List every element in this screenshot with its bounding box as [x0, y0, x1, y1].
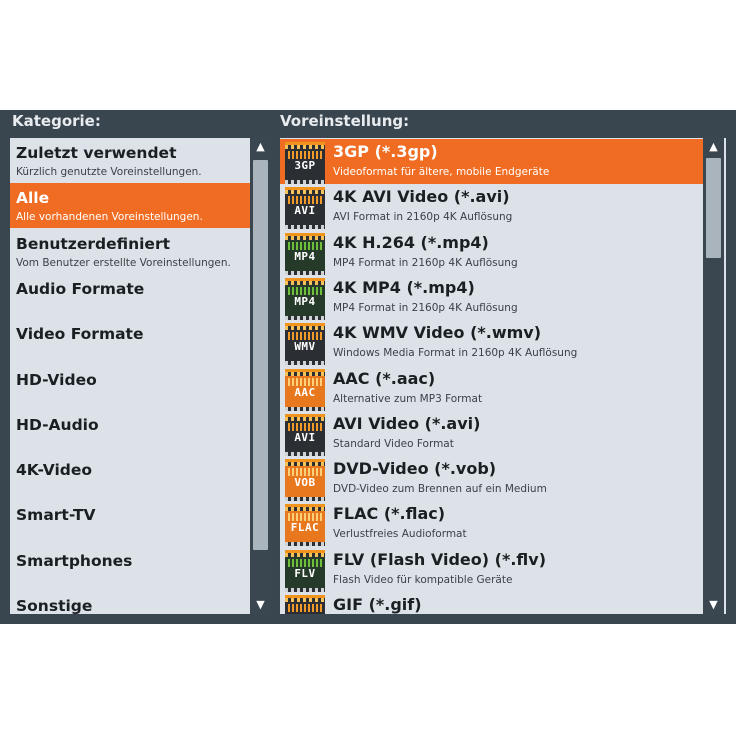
format-icon: MP4 [285, 277, 325, 320]
preset-row[interactable]: AAC AAC (*.aac) Alternative zum MP3 Format [280, 366, 703, 411]
category-title: Benutzerdefiniert [16, 234, 170, 253]
preset-row[interactable]: AVI AVI Video (*.avi) Standard Video Forma… [280, 411, 703, 456]
category-title: Audio Formate [16, 279, 145, 298]
format-icon: AVI [285, 413, 325, 456]
preset-description: AVI Format in 2160p 4K Auflösung [333, 211, 513, 224]
preset-title: AAC (*.aac) [333, 368, 436, 388]
preset-row[interactable]: WMV 4K WMV Video (*.wmv) Windows Media For… [280, 320, 703, 366]
preset-description: MP4 Format in 2160p 4K Auflösung [333, 301, 518, 314]
preset-row[interactable]: VOB DVD-Video (*.vob) DVD-Video zum Brenne… [280, 456, 703, 502]
format-icon-label: FLAC [290, 521, 320, 535]
preset-panel: 3GP 3GP (*.3gp) Videoformat für ältere, mo… [280, 138, 726, 614]
category-title: Alle [16, 189, 50, 208]
format-icon-label: VOB [294, 476, 316, 490]
category-label: Kategorie: [12, 112, 101, 130]
preset-title: 4K MP4 (*.mp4) [333, 277, 475, 297]
category-title: Zuletzt verwendet [16, 144, 177, 162]
preset-dialog: Kategorie: Voreinstellung: Zuletzt verwe… [0, 110, 736, 624]
category-item[interactable]: HD-Video [10, 365, 250, 410]
category-item[interactable]: HD-Audio [10, 410, 250, 455]
preset-scrollbar[interactable]: ▲ ▼ [703, 138, 724, 614]
chevron-down-icon[interactable]: ▼ [703, 596, 724, 614]
preset-title: 4K WMV Video (*.wmv) [333, 323, 542, 343]
preset-title: FLV (Flash Video) (*.flv) [333, 549, 547, 569]
format-icon-label: MP4 [294, 249, 316, 263]
format-icon-label: WMV [294, 340, 316, 354]
category-scrollbar[interactable]: ▲ ▼ [250, 138, 271, 614]
preset-row[interactable]: MP4 4K MP4 (*.mp4) MP4 Format in 2160p 4K … [280, 275, 703, 320]
category-title: Smartphones [16, 551, 133, 570]
category-item[interactable]: 4K-Video [10, 455, 250, 500]
chevron-down-icon[interactable]: ▼ [250, 596, 271, 614]
chevron-up-icon[interactable]: ▲ [703, 138, 724, 156]
category-item[interactable]: Benutzerdefiniert Vom Benutzer erstellte … [10, 229, 250, 274]
preset-scroll-thumb[interactable] [706, 158, 721, 258]
format-icon-label: AVI [294, 430, 316, 444]
format-icon: VOB [285, 459, 325, 502]
format-icon: WMV [285, 323, 325, 366]
category-title: 4K-Video [16, 461, 93, 480]
format-icon-label: MP4 [294, 294, 316, 308]
preset-description: Verlustfreies Audioformat [333, 528, 467, 541]
category-description: Vom Benutzer erstellte Voreinstellungen. [16, 256, 231, 269]
category-title: Video Formate [16, 325, 144, 344]
category-title: Smart-TV [16, 506, 96, 525]
preset-title: 3GP (*.3gp) [333, 142, 438, 161]
format-icon-label: FLV [294, 566, 316, 580]
category-item[interactable]: Smart-TV [10, 500, 250, 545]
format-icon-label: GIF [285, 612, 325, 614]
preset-title: GIF (*.gif) [333, 595, 422, 614]
category-title: HD-Audio [16, 415, 99, 434]
format-icon-label: AVI [294, 204, 316, 218]
category-item[interactable]: Zuletzt verwendet Kürzlich genutzte Vorei… [10, 138, 250, 183]
category-item[interactable]: Smartphones [10, 546, 250, 591]
preset-list: 3GP 3GP (*.3gp) Videoformat für ältere, mo… [280, 138, 703, 614]
preset-row[interactable]: FLV FLV (Flash Video) (*.flv) Flash Video … [280, 547, 703, 592]
format-icon: FLAC [285, 504, 325, 547]
preset-title: 4K H.264 (*.mp4) [333, 232, 489, 252]
format-icon: AVI [285, 187, 325, 230]
category-title: HD-Video [16, 370, 97, 389]
category-item[interactable]: Sonstige [10, 591, 250, 614]
preset-title: 4K AVI Video (*.avi) [333, 187, 510, 207]
category-list: Zuletzt verwendet Kürzlich genutzte Vorei… [10, 138, 250, 614]
chevron-up-icon[interactable]: ▲ [250, 138, 271, 156]
preset-row[interactable]: FLAC FLAC (*.flac) Verlustfreies Audioform… [280, 501, 703, 547]
category-description: Alle vorhandenen Voreinstellungen. [16, 211, 203, 224]
format-icon: FLV [285, 549, 325, 592]
preset-label: Voreinstellung: [280, 112, 410, 130]
preset-row[interactable]: GIF GIF (*.gif) [280, 592, 703, 614]
preset-title: DVD-Video (*.vob) [333, 459, 497, 479]
format-icon-label: AAC [294, 385, 316, 399]
format-icon: GIF [285, 595, 325, 614]
category-item[interactable]: Alle Alle vorhandenen Voreinstellungen. [10, 183, 250, 229]
preset-description: Videoformat für ältere, mobile Endgeräte [333, 166, 550, 178]
format-icon: 3GP [285, 142, 325, 184]
preset-row[interactable]: 3GP 3GP (*.3gp) Videoformat für ältere, mo… [280, 139, 703, 184]
category-item[interactable]: Audio Formate [10, 274, 250, 319]
preset-description: Flash Video für kompatible Geräte [333, 573, 513, 586]
preset-description: DVD-Video zum Brennen auf ein Medium [333, 483, 547, 496]
category-title: Sonstige [16, 597, 93, 614]
preset-description: Standard Video Format [333, 437, 454, 450]
preset-title: AVI Video (*.avi) [333, 413, 481, 433]
format-icon: MP4 [285, 232, 325, 275]
category-description: Kürzlich genutzte Voreinstellungen. [16, 166, 202, 178]
preset-row[interactable]: AVI 4K AVI Video (*.avi) AVI Format in 216… [280, 184, 703, 230]
preset-description: Alternative zum MP3 Format [333, 392, 483, 405]
preset-row[interactable]: MP4 4K H.264 (*.mp4) MP4 Format in 2160p 4… [280, 230, 703, 275]
preset-description: MP4 Format in 2160p 4K Auflösung [333, 256, 518, 269]
format-icon-label: 3GP [294, 159, 316, 172]
preset-title: FLAC (*.flac) [333, 504, 446, 524]
category-scroll-thumb[interactable] [253, 160, 268, 550]
format-icon: AAC [285, 368, 325, 411]
preset-description: Windows Media Format in 2160p 4K Auflösu… [333, 347, 578, 360]
category-item[interactable]: Video Formate [10, 319, 250, 364]
category-panel: Zuletzt verwendet Kürzlich genutzte Vorei… [10, 138, 271, 614]
